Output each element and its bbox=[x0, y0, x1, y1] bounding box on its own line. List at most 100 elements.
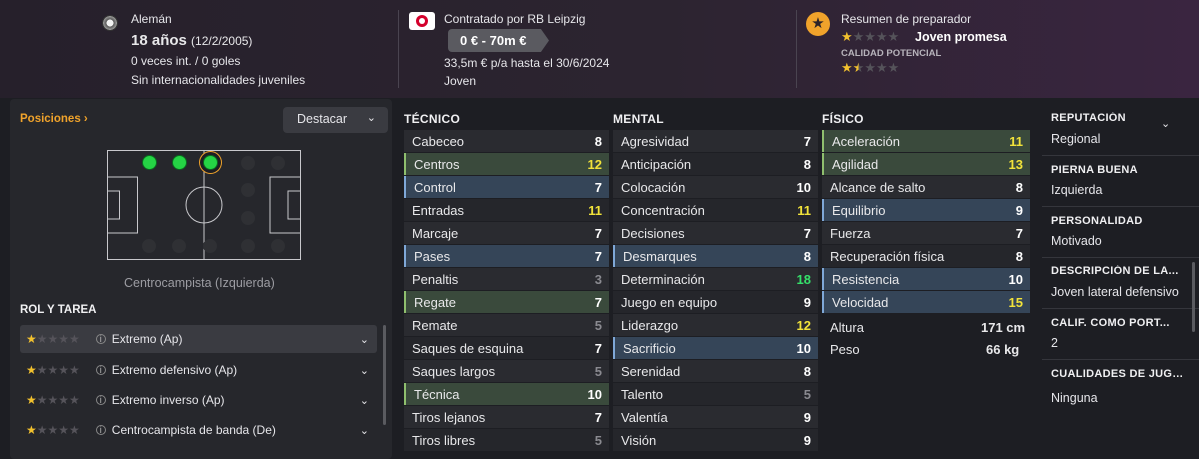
attribute-row[interactable]: Visión 9 bbox=[613, 429, 818, 451]
attribute-name: Tiros lejanos bbox=[412, 409, 486, 425]
attribute-row[interactable]: Pases 7 bbox=[404, 245, 609, 267]
chevron-down-icon[interactable]: ⌄ bbox=[360, 424, 369, 437]
attribute-row[interactable]: Liderazgo 12 bbox=[613, 314, 818, 336]
attribute-name: Agilidad bbox=[832, 156, 879, 172]
attribute-row[interactable]: Aceleración 11 bbox=[822, 130, 1030, 152]
attribute-value: 9 bbox=[1015, 202, 1023, 218]
role-name: Extremo inverso (Ap) bbox=[111, 393, 225, 407]
role-stars: ★★★★★ bbox=[26, 423, 80, 437]
coach-report-label[interactable]: Resumen de preparador bbox=[841, 12, 971, 26]
attribute-row[interactable]: Juego en equipo 9 bbox=[613, 291, 818, 313]
chevron-down-icon[interactable]: ⌄ bbox=[360, 364, 369, 377]
attribute-name: Marcaje bbox=[412, 225, 459, 241]
info-icon[interactable]: i bbox=[95, 365, 106, 375]
info-icon[interactable]: i bbox=[95, 395, 106, 405]
value-range: 0 € - 70m € bbox=[460, 33, 527, 48]
attribute-value: 8 bbox=[803, 156, 811, 172]
info-icon[interactable]: i bbox=[95, 425, 106, 435]
contract-club[interactable]: Contratado por RB Leipzig bbox=[444, 12, 585, 26]
positions-link[interactable]: Posiciones › bbox=[20, 113, 88, 125]
player-traits-value: Ninguna bbox=[1051, 391, 1098, 405]
club-crest-icon[interactable] bbox=[409, 12, 435, 30]
attribute-name: Control bbox=[414, 179, 456, 195]
roles-scrollbar[interactable] bbox=[383, 325, 386, 425]
position-dot-dml[interactable] bbox=[203, 155, 218, 170]
attribute-row[interactable]: Decisiones 7 bbox=[613, 222, 818, 244]
chevron-down-icon[interactable]: ⌄ bbox=[360, 394, 369, 407]
role-row[interactable]: ★★★★★ i Extremo defensivo (Ap) ⌄ bbox=[20, 356, 377, 384]
potential-stars: ★★★★★ bbox=[841, 60, 900, 75]
attribute-row[interactable]: Agresividad 7 bbox=[613, 130, 818, 152]
attribute-row[interactable]: Valentía 9 bbox=[613, 406, 818, 428]
attribute-row[interactable]: Alcance de salto 8 bbox=[822, 176, 1030, 198]
attribute-value: 7 bbox=[594, 294, 602, 310]
caps: 0 veces int. / 0 goles bbox=[131, 54, 241, 68]
info-scrollbar[interactable] bbox=[1192, 262, 1195, 332]
attribute-value: 7 bbox=[594, 248, 602, 264]
attribute-row[interactable]: Tiros lejanos 7 bbox=[404, 406, 609, 428]
attribute-row[interactable]: Cabeceo 8 bbox=[404, 130, 609, 152]
chevron-down-icon[interactable]: ⌄ bbox=[1161, 117, 1170, 130]
role-row[interactable]: ★★★★★ i Extremo (Ap) ⌄ bbox=[20, 325, 377, 353]
role-row[interactable]: ★★★★★ i Extremo inverso (Ap) ⌄ bbox=[20, 386, 377, 414]
attribute-value: 8 bbox=[1015, 248, 1023, 264]
attribute-value: 8 bbox=[1015, 179, 1023, 195]
role-stars: ★★★★★ bbox=[26, 363, 80, 377]
attribute-name: Alcance de salto bbox=[830, 179, 926, 195]
reputation-value: Regional bbox=[1051, 132, 1101, 146]
highlight-label: Destacar bbox=[297, 112, 348, 126]
physical-title: FÍSICO bbox=[822, 112, 864, 126]
attribute-row[interactable]: Fuerza 7 bbox=[822, 222, 1030, 244]
role-name: Centrocampista de banda (De) bbox=[111, 423, 276, 437]
attribute-row[interactable]: Concentración 11 bbox=[613, 199, 818, 221]
attribute-row[interactable]: Talento 5 bbox=[613, 383, 818, 405]
chevron-down-icon[interactable]: ⌄ bbox=[360, 333, 369, 346]
attribute-name: Anticipación bbox=[621, 156, 692, 172]
attribute-row[interactable]: Control 7 bbox=[404, 176, 609, 198]
attribute-row[interactable]: Agilidad 13 bbox=[822, 153, 1030, 175]
attribute-value: 9 bbox=[803, 409, 811, 425]
role-stars: ★★★★★ bbox=[26, 393, 80, 407]
chevron-down-icon: ⌄ bbox=[366, 112, 376, 124]
attribute-value: 5 bbox=[594, 317, 602, 333]
role-row[interactable]: ★★★★★ i Centrocampista de banda (De) ⌄ bbox=[20, 416, 377, 444]
highlight-dropdown[interactable]: Destacar ⌄ bbox=[283, 107, 388, 133]
attribute-name: Visión bbox=[621, 432, 657, 448]
attribute-row[interactable]: Recuperación física 8 bbox=[822, 245, 1030, 267]
attribute-row[interactable]: Centros 12 bbox=[404, 153, 609, 175]
attribute-row[interactable]: Remate 5 bbox=[404, 314, 609, 336]
attribute-row[interactable]: Sacrificio 10 bbox=[613, 337, 818, 359]
preferred-foot-label: PIERNA BUENA bbox=[1051, 164, 1138, 176]
attribute-row[interactable]: Saques de esquina 7 bbox=[404, 337, 609, 359]
attribute-row[interactable]: Marcaje 7 bbox=[404, 222, 609, 244]
attribute-row[interactable]: Velocidad 15 bbox=[822, 291, 1030, 313]
position-name: Centrocampista (Izquierda) bbox=[124, 276, 275, 290]
attribute-row[interactable]: Técnica 10 bbox=[404, 383, 609, 405]
attribute-value: 7 bbox=[803, 225, 811, 241]
attribute-name: Equilibrio bbox=[832, 202, 886, 218]
position-dot-aml[interactable] bbox=[142, 155, 157, 170]
attribute-row[interactable]: Tiros libres 5 bbox=[404, 429, 609, 451]
attribute-row[interactable]: Penaltis 3 bbox=[404, 268, 609, 290]
attribute-value: 8 bbox=[594, 133, 602, 149]
attribute-row[interactable]: Regate 7 bbox=[404, 291, 609, 313]
attribute-row[interactable]: Serenidad 8 bbox=[613, 360, 818, 382]
attribute-row[interactable]: Entradas 11 bbox=[404, 199, 609, 221]
attribute-row[interactable]: Equilibrio 9 bbox=[822, 199, 1030, 221]
attribute-value: 3 bbox=[594, 271, 602, 287]
attribute-row[interactable]: Saques largos 5 bbox=[404, 360, 609, 382]
attribute-row[interactable]: Desmarques 8 bbox=[613, 245, 818, 267]
contract-type: Joven bbox=[444, 74, 477, 88]
info-icon[interactable]: i bbox=[95, 334, 106, 344]
attribute-name: Talento bbox=[621, 386, 663, 402]
attribute-row[interactable]: Determinación 18 bbox=[613, 268, 818, 290]
player-traits-label: CUALIDADES DE JUGA... bbox=[1051, 368, 1187, 380]
attribute-value: 11 bbox=[797, 202, 811, 218]
attribute-row[interactable]: Resistencia 10 bbox=[822, 268, 1030, 290]
attribute-value: 7 bbox=[594, 340, 602, 356]
attribute-value: 5 bbox=[594, 432, 602, 448]
attribute-row[interactable]: Anticipación 8 bbox=[613, 153, 818, 175]
position-dot-ml[interactable] bbox=[172, 155, 187, 170]
potential-label: CALIDAD POTENCIAL bbox=[841, 48, 942, 59]
attribute-row[interactable]: Colocación 10 bbox=[613, 176, 818, 198]
